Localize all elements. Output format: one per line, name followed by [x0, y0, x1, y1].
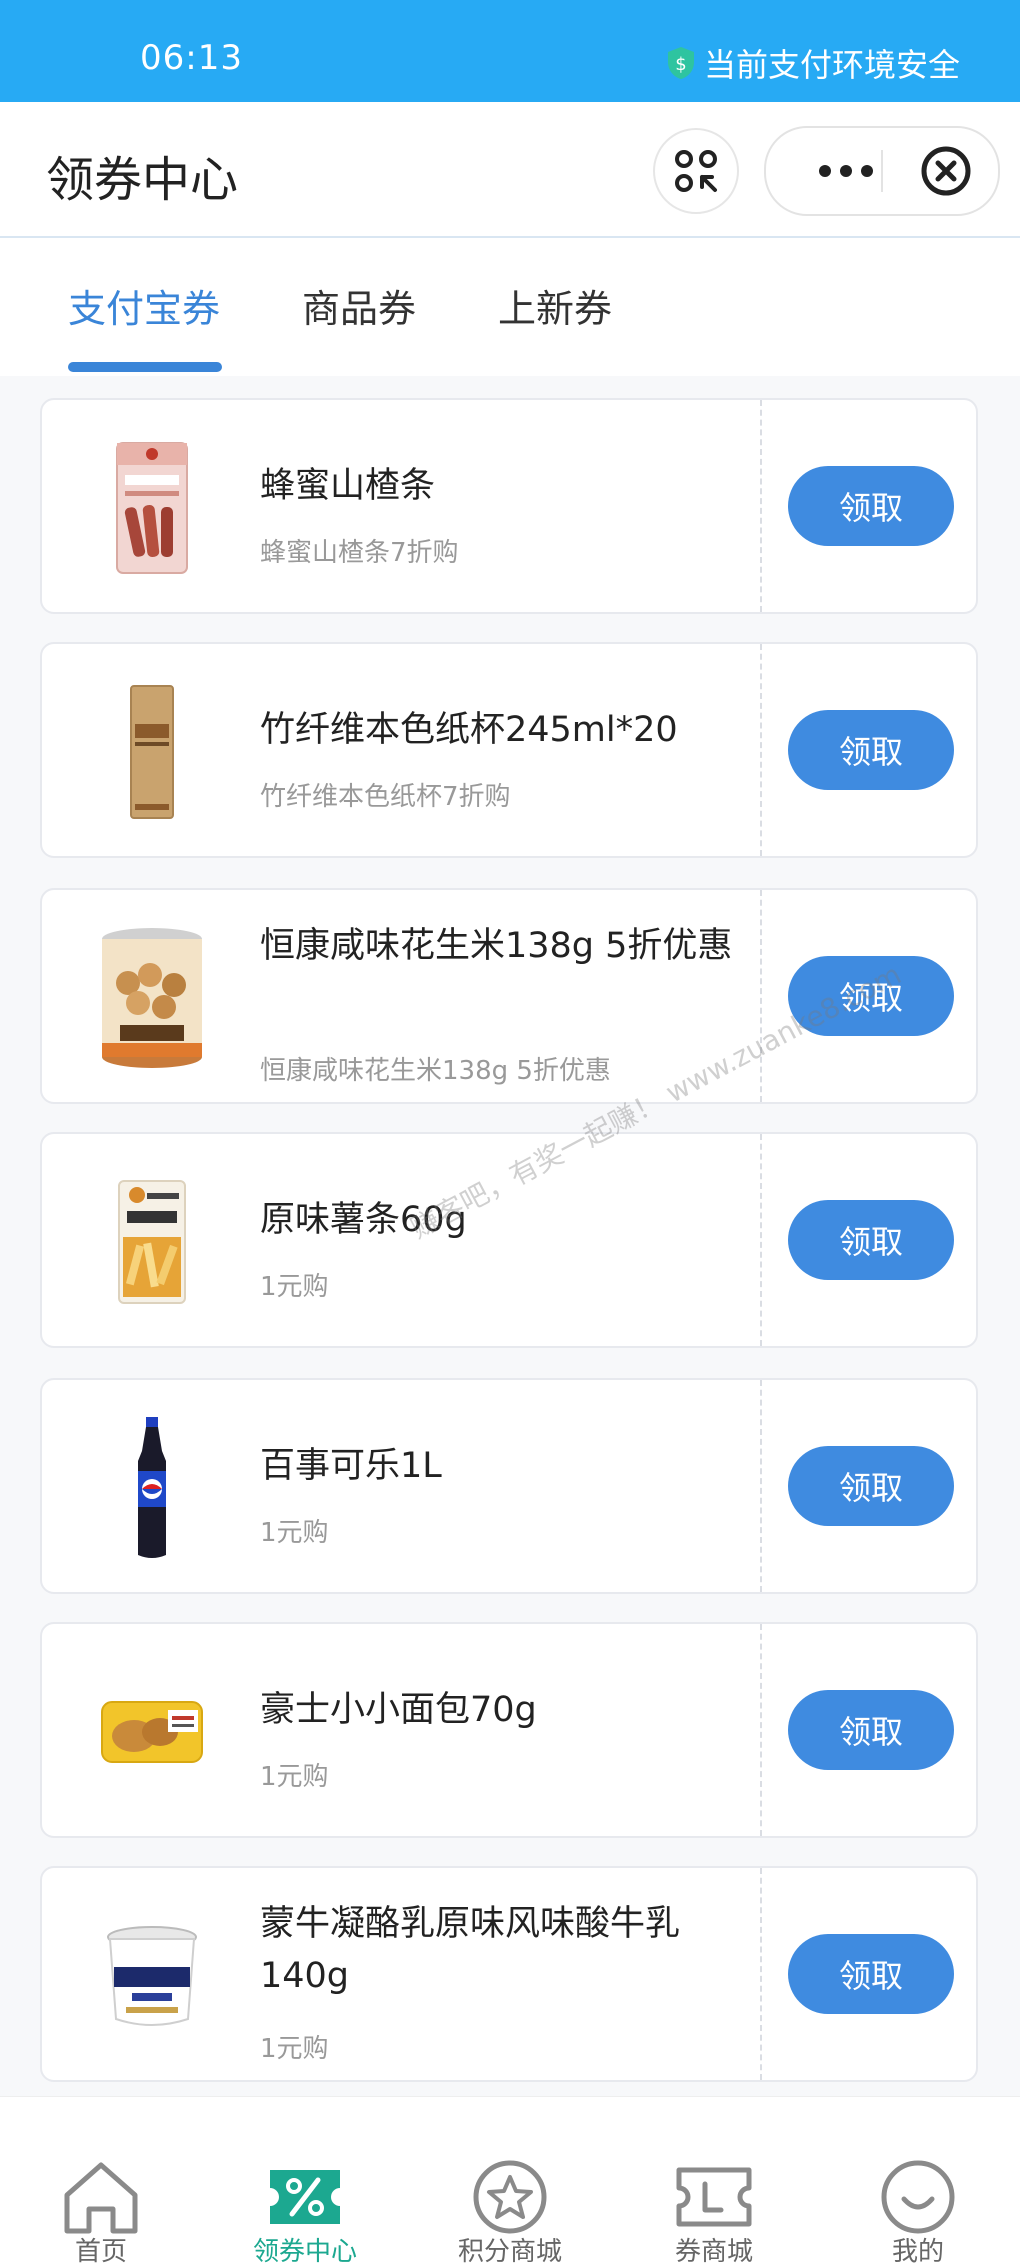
- bottom-navigation: 首页 领券中心 积分商城 券商城 我的: [0, 2096, 1020, 2268]
- product-image-yogurt-cup: [90, 1902, 214, 2050]
- claim-button[interactable]: 领取: [788, 710, 954, 790]
- shield-dollar-icon: $: [667, 47, 694, 79]
- nav-coupon-center[interactable]: 领券中心: [225, 2097, 385, 2268]
- coupon-desc: 1元购: [260, 2034, 329, 2064]
- nav-coupon-mall-label: 券商城: [674, 2237, 753, 2267]
- nav-mine-label: 我的: [891, 2237, 944, 2267]
- coupon-card[interactable]: 豪士小小面包70g 1元购 领取: [40, 1622, 978, 1838]
- tab-alipay-coupons[interactable]: 支付宝券: [68, 278, 220, 333]
- coupon-divider: [760, 1624, 762, 1836]
- more-dots-icon: [819, 165, 873, 177]
- coupon-desc: 竹纤维本色纸杯7折购: [260, 782, 511, 812]
- claim-button[interactable]: 领取: [788, 1200, 954, 1280]
- status-bar: 06:13 $ 当前支付环境安全: [0, 0, 1020, 102]
- page-title: 领券中心: [46, 152, 239, 208]
- nav-coupon-mall[interactable]: 券商城: [634, 2097, 794, 2268]
- coupon-title: 蒙牛凝酪乳原味风味酸牛乳140g: [260, 1904, 681, 1996]
- coupon-desc: 1元购: [260, 1762, 329, 1792]
- product-image-bread-pack: [90, 1658, 214, 1806]
- coupon-divider: [760, 1380, 762, 1592]
- coupon-card[interactable]: 百事可乐1L 1元购 领取: [40, 1378, 978, 1594]
- payment-safety-indicator: $ 当前支付环境安全: [666, 40, 960, 86]
- product-image-peanut-can: [90, 924, 214, 1072]
- claim-button[interactable]: 领取: [788, 956, 954, 1036]
- coupon-divider: [760, 400, 762, 612]
- nav-points-mall[interactable]: 积分商城: [430, 2097, 590, 2268]
- mini-app-capsule: [764, 126, 1000, 216]
- more-button[interactable]: [806, 128, 886, 214]
- coupon-title: 豪士小小面包70g: [260, 1690, 537, 1730]
- nav-points-mall-label: 积分商城: [457, 2237, 562, 2267]
- product-image-cola-bottle: [90, 1414, 214, 1562]
- home-icon: [61, 2157, 141, 2237]
- nav-coupon-center-label: 领券中心: [252, 2237, 357, 2267]
- nav-mine[interactable]: 我的: [838, 2097, 998, 2268]
- tab-new-coupons[interactable]: 上新券: [498, 278, 612, 333]
- claim-button[interactable]: 领取: [788, 466, 954, 546]
- payment-safety-text: 当前支付环境安全: [703, 46, 960, 84]
- coupon-desc: 1元购: [260, 1518, 329, 1548]
- coupon-desc: 恒康咸味花生米138g 5折优惠: [260, 1056, 611, 1086]
- mini-app-header: 领券中心: [0, 102, 1020, 238]
- coupon-title: 原味薯条60g: [260, 1200, 467, 1240]
- product-image-paper-cup: [90, 678, 214, 826]
- ticket-icon: [674, 2157, 754, 2237]
- profile-smile-icon: [878, 2157, 958, 2237]
- close-button[interactable]: [906, 128, 986, 214]
- coupon-title: 竹纤维本色纸杯245ml*20: [260, 710, 678, 750]
- coupon-desc: 蜂蜜山楂条7折购: [260, 538, 459, 568]
- coupon-card[interactable]: 恒康咸味花生米138g 5折优惠 恒康咸味花生米138g 5折优惠 领取: [40, 888, 978, 1104]
- claim-button[interactable]: 领取: [788, 1446, 954, 1526]
- coupon-desc: 1元购: [260, 1272, 329, 1302]
- claim-button[interactable]: 领取: [788, 1934, 954, 2014]
- active-tab-indicator: [68, 362, 222, 372]
- star-circle-icon: [470, 2157, 550, 2237]
- coupon-divider: [760, 890, 762, 1102]
- status-time: 06:13: [140, 38, 243, 78]
- coupon-title: 百事可乐1L: [260, 1446, 442, 1486]
- coupon-percent-icon: [265, 2157, 345, 2237]
- coupon-tabs: 支付宝券 商品券 上新券: [0, 238, 1020, 376]
- nav-home[interactable]: 首页: [21, 2097, 181, 2268]
- close-circle-icon: [921, 146, 971, 196]
- coupon-divider: [760, 644, 762, 856]
- coupon-card[interactable]: 竹纤维本色纸杯245ml*20 竹纤维本色纸杯7折购 领取: [40, 642, 978, 858]
- coupon-divider: [760, 1868, 762, 2080]
- scan-return-icon: [675, 150, 717, 192]
- coupon-title: 恒康咸味花生米138g 5折优惠: [260, 926, 733, 966]
- product-image-hawthorn-snack: [90, 434, 214, 582]
- product-image-fries-bag: [90, 1168, 214, 1316]
- svg-text:$: $: [675, 54, 686, 75]
- coupon-card[interactable]: 原味薯条60g 1元购 领取: [40, 1132, 978, 1348]
- claim-button[interactable]: 领取: [788, 1690, 954, 1770]
- capsule-divider: [881, 150, 883, 192]
- coupon-title: 蜂蜜山楂条: [260, 466, 436, 506]
- coupon-divider: [760, 1134, 762, 1346]
- coupon-card[interactable]: 蜂蜜山楂条 蜂蜜山楂条7折购 领取: [40, 398, 978, 614]
- nav-home-label: 首页: [74, 2237, 127, 2267]
- tab-product-coupons[interactable]: 商品券: [302, 278, 416, 333]
- scan-button[interactable]: [653, 128, 739, 214]
- coupon-list: 蜂蜜山楂条 蜂蜜山楂条7折购 领取 竹纤维本色纸杯245ml*20 竹纤维本色纸…: [0, 376, 1020, 2096]
- coupon-card[interactable]: 蒙牛凝酪乳原味风味酸牛乳140g 1元购 领取: [40, 1866, 978, 2082]
